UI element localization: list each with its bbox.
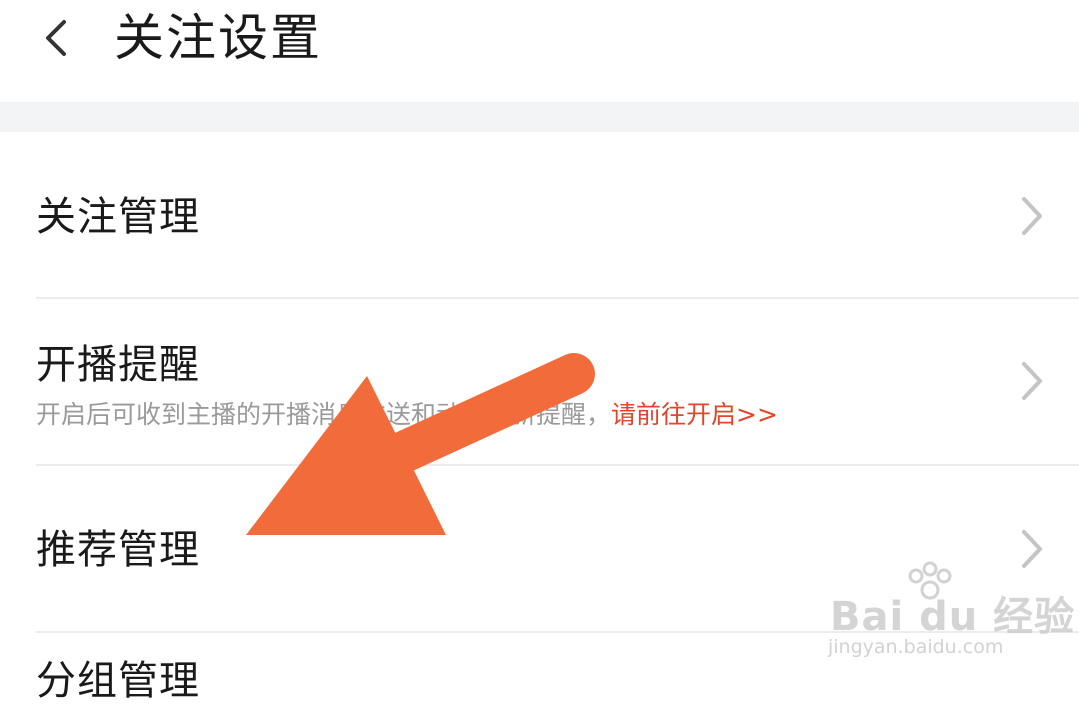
section-gap <box>0 102 1079 132</box>
chevron-right-icon <box>1022 362 1042 400</box>
row-live-reminder[interactable]: 开播提醒 开启后可收到主播的开播消息推送和动态更新提醒，请前往开启>> <box>0 299 1079 464</box>
row-group-management[interactable]: 分组管理 <box>0 633 1079 704</box>
chevron-right-icon <box>1022 530 1042 568</box>
back-button[interactable] <box>30 8 80 64</box>
row-follow-management[interactable]: 关注管理 <box>0 132 1079 297</box>
chevron-right-icon <box>1022 197 1042 235</box>
row-label: 关注管理 <box>36 194 200 240</box>
subtitle-text: 开启后可收到主播的开播消息推送和动态更新提醒， <box>36 400 612 429</box>
row-label: 推荐管理 <box>36 527 200 573</box>
page-title: 关注设置 <box>114 9 322 67</box>
row-subtitle: 开启后可收到主播的开播消息推送和动态更新提醒，请前往开启>> <box>36 399 778 431</box>
top-bar: 关注设置 <box>0 0 1079 102</box>
enable-link[interactable]: 请前往开启>> <box>611 400 778 429</box>
chevron-left-icon <box>46 20 66 56</box>
row-recommend-management[interactable]: 推荐管理 <box>0 466 1079 631</box>
row-label: 分组管理 <box>36 658 200 704</box>
row-label: 开播提醒 <box>36 342 200 388</box>
